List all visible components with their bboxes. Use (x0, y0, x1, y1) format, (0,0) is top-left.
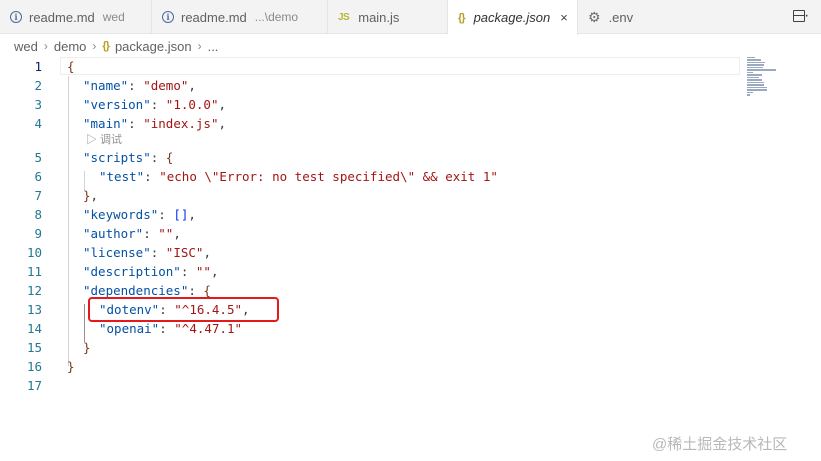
braces-icon: {} (458, 11, 466, 24)
code-line: "author": "", (83, 226, 181, 241)
line-number: 3 (34, 97, 42, 112)
code-line: { (67, 59, 75, 74)
breadcrumb-item-file[interactable]: package.json (115, 39, 192, 54)
info-icon: i (10, 11, 22, 23)
code-line: "name": "demo", (83, 78, 196, 93)
minimap[interactable] (747, 57, 777, 97)
tab-label: main.js (358, 9, 400, 25)
indent-guide (68, 76, 69, 366)
code-line: "version": "1.0.0", (83, 97, 227, 112)
code-line: "license": "ISC", (83, 245, 211, 260)
js-icon: JS (338, 11, 350, 23)
braces-icon: {} (102, 40, 110, 52)
line-number: 1 (34, 59, 42, 74)
tab-label: .env (608, 9, 634, 25)
line-number: 2 (34, 78, 42, 93)
chevron-right-icon: › (92, 39, 97, 53)
tab-package-json[interactable]: {} package.json × (448, 0, 578, 35)
chevron-right-icon: › (43, 39, 48, 53)
current-line-highlight (60, 57, 740, 75)
breadcrumb-item-demo[interactable]: demo (54, 39, 87, 54)
code-line: }, (83, 188, 99, 203)
tab-description: wed (102, 10, 125, 24)
debug-codelens[interactable]: ▷ 调试 (86, 132, 122, 148)
line-number: 6 (34, 169, 42, 184)
tab-readme-wed[interactable]: i readme.md wed (0, 0, 152, 34)
annotation-highlight-box (88, 297, 279, 322)
tab-env[interactable]: ⚙ .env (578, 0, 688, 34)
tab-label: readme.md (29, 9, 95, 25)
code-line: "main": "index.js", (83, 116, 227, 131)
indent-guide (84, 304, 85, 342)
code-line: } (83, 340, 91, 355)
breadcrumb-item-wed[interactable]: wed (14, 39, 38, 54)
line-number: 11 (26, 264, 42, 279)
line-number: 10 (26, 245, 42, 260)
line-number: 16 (26, 359, 42, 374)
line-number: 17 (26, 378, 42, 393)
line-number: 4 (34, 116, 42, 131)
code-line: "description": "", (83, 264, 219, 279)
line-number: 14 (26, 321, 42, 336)
tab-label: readme.md (181, 9, 247, 25)
tab-label: package.json (473, 10, 551, 25)
line-number: 8 (34, 207, 42, 222)
line-number: 15 (26, 340, 42, 355)
code-editor[interactable]: 1 2 3 4 5 6 7 8 9 10 11 12 13 14 15 16 1… (0, 57, 821, 461)
chevron-right-icon: › (197, 39, 202, 53)
line-number: 5 (34, 150, 42, 165)
line-number: 12 (26, 283, 42, 298)
tab-main-js[interactable]: JS main.js (328, 0, 448, 34)
breadcrumb: wed › demo › {} package.json › ... (0, 35, 821, 57)
line-number: 13 (26, 302, 42, 317)
tab-bar: i readme.md wed i readme.md ...\demo JS … (0, 0, 821, 35)
more-actions-icon[interactable]: · (804, 7, 809, 25)
breadcrumb-item-symbol[interactable]: ... (208, 39, 219, 54)
code-line: } (67, 359, 75, 374)
tab-readme-demo[interactable]: i readme.md ...\demo (152, 0, 328, 34)
watermark: @稀土掘金技术社区 (652, 436, 788, 453)
code-line: "scripts": { (83, 150, 174, 165)
info-icon: i (162, 11, 174, 23)
code-line: "keywords": [], (83, 207, 196, 222)
line-number: 9 (34, 226, 42, 241)
code-line: "test": "echo \"Error: no test specified… (99, 169, 498, 184)
line-number: 7 (34, 188, 42, 203)
gear-icon: ⚙ (588, 8, 601, 25)
tab-description: ...\demo (254, 10, 299, 24)
close-icon[interactable]: × (560, 10, 568, 25)
